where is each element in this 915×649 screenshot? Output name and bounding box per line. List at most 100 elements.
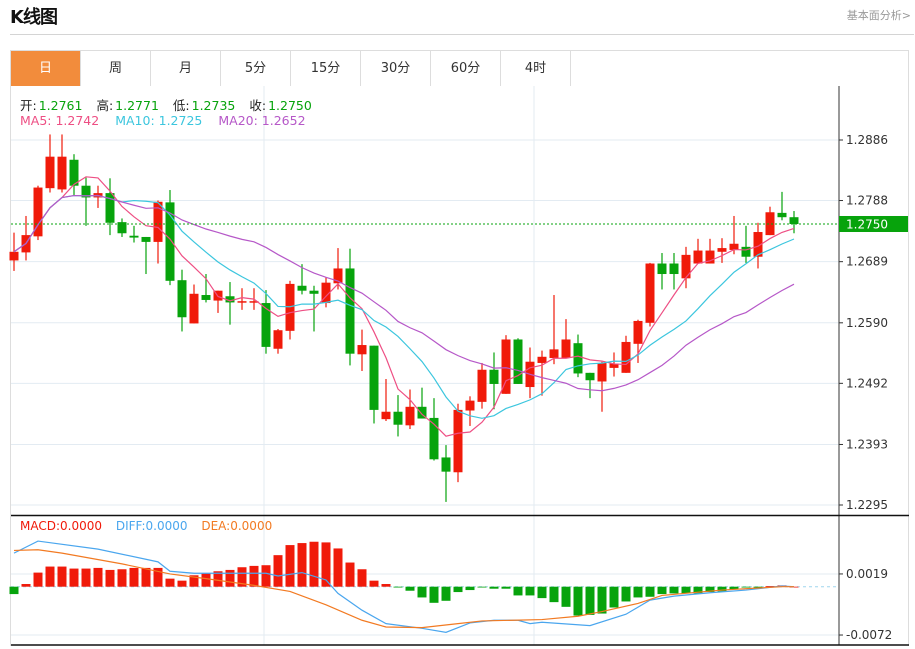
macd-bar xyxy=(597,586,607,614)
open-value: 1.2761 xyxy=(38,98,83,113)
candle-body xyxy=(477,369,487,402)
candle-body xyxy=(489,369,499,384)
low-label: 低: xyxy=(172,98,190,113)
candle-body xyxy=(777,212,787,218)
macd-tick-label: -0.0072 xyxy=(846,628,892,642)
macd-bar xyxy=(561,586,571,607)
macd-bar xyxy=(417,586,427,598)
candle-body xyxy=(765,212,775,236)
macd-bar xyxy=(621,586,631,602)
ma20-legend: MA20: 1.2652 xyxy=(218,113,306,128)
dea-value: DEA:0.0000 xyxy=(201,519,273,533)
candle-body xyxy=(357,345,367,355)
y-tick-label: 1.2393 xyxy=(846,437,888,451)
macd-bar xyxy=(273,555,283,587)
candle-body xyxy=(273,330,283,349)
candle-body xyxy=(369,345,379,410)
candle-body xyxy=(657,263,667,275)
macd-bar xyxy=(309,541,319,587)
y-tick-label: 1.2492 xyxy=(846,376,888,390)
macd-bar xyxy=(645,586,655,597)
macd-bar xyxy=(633,586,643,598)
candle-body xyxy=(585,372,595,381)
macd-bar xyxy=(429,586,439,603)
candle-body xyxy=(129,235,139,238)
macd-bar xyxy=(393,586,403,588)
macd-bar xyxy=(117,569,127,587)
candle-body xyxy=(681,254,691,279)
macd-bar xyxy=(381,584,391,587)
close-value: 1.2750 xyxy=(268,98,312,113)
macd-bar xyxy=(369,580,379,587)
ma20-line xyxy=(13,194,795,392)
candle-body xyxy=(693,250,703,264)
high-value: 1.2771 xyxy=(115,98,159,113)
y-tick-label: 1.2295 xyxy=(846,498,888,512)
candle-body xyxy=(597,362,607,382)
macd-bar xyxy=(201,573,211,587)
candle-body xyxy=(501,339,511,394)
macd-bar xyxy=(45,566,55,587)
macd-bar xyxy=(333,548,343,587)
macd-bar xyxy=(489,586,499,589)
candle-body xyxy=(381,411,391,420)
candle-body xyxy=(453,409,463,473)
low-value: 1.2735 xyxy=(191,98,236,113)
candle-body xyxy=(117,222,127,234)
macd-bar xyxy=(57,566,67,587)
macd-bar xyxy=(177,580,187,587)
candle-body xyxy=(189,293,199,324)
candle-body xyxy=(717,248,727,252)
ma5-line xyxy=(13,176,795,437)
y-tick-label: 1.2788 xyxy=(846,194,888,208)
candle-body xyxy=(285,283,295,331)
macd-bar xyxy=(477,586,487,588)
candle-body xyxy=(9,251,19,261)
y-tick-label: 1.2689 xyxy=(846,255,888,269)
candle-body xyxy=(441,457,451,472)
macd-bar xyxy=(33,572,43,587)
candle-body xyxy=(645,263,655,323)
candle-body xyxy=(537,356,547,363)
macd-bar xyxy=(453,586,463,593)
macd-bar xyxy=(573,586,583,616)
macd-bar xyxy=(741,586,751,588)
macd-bar xyxy=(81,568,91,587)
candle-body xyxy=(633,320,643,344)
macd-bar xyxy=(513,586,523,596)
macd-legend: MACD:0.0000 DIFF:0.0000 DEA:0.0000 xyxy=(20,519,274,533)
last-price-label: 1.2750 xyxy=(846,217,888,231)
candle-body xyxy=(297,285,307,291)
macd-bar xyxy=(129,567,139,587)
macd-bar xyxy=(165,578,175,587)
candle-body xyxy=(549,349,559,359)
macd-bar xyxy=(525,586,535,596)
candle-body xyxy=(573,343,583,374)
macd-bar xyxy=(537,586,547,599)
macd-bar xyxy=(297,543,307,587)
open-label: 开: xyxy=(20,98,37,113)
ma10-legend: MA10: 1.2725 xyxy=(115,113,203,128)
candle-body xyxy=(201,295,211,300)
candle-body xyxy=(465,400,475,411)
candle-body xyxy=(741,246,751,257)
ma5-legend: MA5: 1.2742 xyxy=(20,113,100,128)
macd-tick-label: 0.0019 xyxy=(846,567,888,581)
ohlc-legend: 开: 1.2761 高: 1.2771 低: 1.2735 收: 1.2750 xyxy=(20,95,314,114)
macd-bar xyxy=(249,565,259,587)
candle-body xyxy=(669,263,679,275)
candle-body xyxy=(621,341,631,373)
candle-body xyxy=(237,301,247,303)
candle-body xyxy=(261,303,271,347)
macd-bar xyxy=(465,586,475,591)
candle-body xyxy=(393,411,403,425)
candle-body xyxy=(561,339,571,359)
candle-body xyxy=(45,156,55,189)
macd-bar xyxy=(69,568,79,587)
macd-bar xyxy=(357,569,367,587)
close-label: 收: xyxy=(249,98,267,113)
macd-bar xyxy=(405,586,415,591)
y-tick-label: 1.2886 xyxy=(846,133,888,147)
macd-bar xyxy=(501,586,511,589)
macd-bar xyxy=(261,565,271,587)
